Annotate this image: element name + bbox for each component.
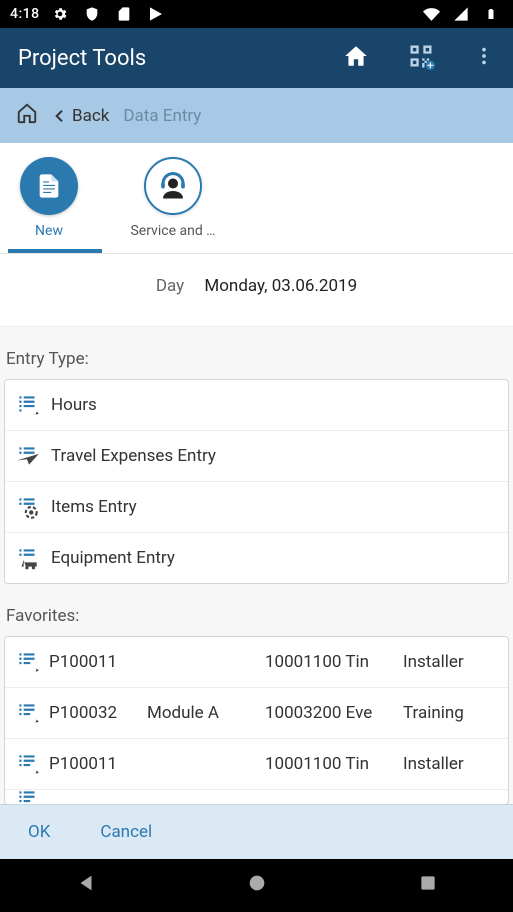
entry-type-label: Hours xyxy=(51,395,97,415)
entry-type-label: Equipment Entry xyxy=(51,548,175,568)
breadcrumb: Back Data Entry xyxy=(0,88,513,143)
favorite-code: P100011 xyxy=(49,754,139,774)
favorite-role: Training xyxy=(403,703,498,723)
favorite-row[interactable]: P100032 Module A 10003200 Eve Training xyxy=(5,688,508,739)
favorite-code: P100032 xyxy=(49,703,139,723)
list-edit-icon xyxy=(15,790,41,804)
battery-icon xyxy=(479,2,503,26)
entry-type-hours[interactable]: Hours xyxy=(5,380,508,431)
favorite-cost: 10003200 Eve xyxy=(265,703,395,723)
favorite-cost: 10001100 Tin xyxy=(265,754,395,774)
list-edit-icon xyxy=(15,751,41,777)
document-icon xyxy=(20,157,78,215)
list-edit-icon xyxy=(15,700,41,726)
signal-icon xyxy=(449,2,473,26)
tab-label: Service and … xyxy=(130,223,215,239)
favorite-cost: 10001100 Tin xyxy=(265,652,395,672)
breadcrumb-home-icon[interactable] xyxy=(16,102,38,129)
entry-type-items[interactable]: Items Entry xyxy=(5,482,508,533)
sd-card-icon xyxy=(112,2,136,26)
day-value: Monday, 03.06.2019 xyxy=(204,276,357,296)
back-chevron-icon[interactable]: Back xyxy=(52,106,109,126)
footer-bar: OK Cancel xyxy=(0,804,513,859)
favorites-label: Favorites: xyxy=(0,584,513,636)
travel-icon xyxy=(15,443,41,469)
breadcrumb-current: Data Entry xyxy=(123,106,201,126)
entry-type-travel[interactable]: Travel Expenses Entry xyxy=(5,431,508,482)
android-status-bar: 4:18 xyxy=(0,0,513,28)
favorite-row[interactable]: P100011 10001100 Tin Installer xyxy=(5,739,508,790)
hours-icon xyxy=(15,392,41,418)
app-bar: Project Tools xyxy=(0,28,513,88)
tab-new[interactable]: New xyxy=(0,157,98,253)
entry-type-label: Travel Expenses Entry xyxy=(51,446,216,466)
tab-indicator xyxy=(8,249,102,253)
settings-icon xyxy=(48,2,72,26)
entry-type-equipment[interactable]: Equipment Entry xyxy=(5,533,508,583)
shield-icon xyxy=(80,2,104,26)
entry-type-list: Hours Travel Expenses Entry Items Entry … xyxy=(4,379,509,584)
wifi-icon xyxy=(419,2,443,26)
entry-type-label: Entry Type: xyxy=(0,327,513,379)
items-icon xyxy=(15,494,41,520)
cancel-button[interactable]: Cancel xyxy=(100,822,152,842)
android-nav-bar xyxy=(0,859,513,912)
status-time: 4:18 xyxy=(10,6,40,22)
equipment-icon xyxy=(15,545,41,571)
nav-home-icon[interactable] xyxy=(246,872,268,900)
day-label: Day xyxy=(156,276,184,296)
ok-button[interactable]: OK xyxy=(28,822,50,842)
entry-type-label: Items Entry xyxy=(51,497,137,517)
tab-label: New xyxy=(35,223,63,239)
favorite-row-clipped[interactable] xyxy=(5,790,508,804)
favorite-module: Module A xyxy=(147,703,257,723)
list-edit-icon xyxy=(15,649,41,675)
content-area: New Service and … Day Monday, 03.06.2019… xyxy=(0,143,513,804)
play-store-icon xyxy=(144,2,168,26)
favorite-row[interactable]: P100011 10001100 Tin Installer xyxy=(5,637,508,688)
home-icon[interactable] xyxy=(343,43,369,73)
favorite-code: P100011 xyxy=(49,652,139,672)
tab-strip: New Service and … xyxy=(0,143,513,254)
nav-back-icon[interactable] xyxy=(75,872,97,900)
day-row[interactable]: Day Monday, 03.06.2019 xyxy=(0,254,513,327)
nav-recent-icon[interactable] xyxy=(418,873,438,899)
favorite-role: Installer xyxy=(403,754,498,774)
favorite-role: Installer xyxy=(403,652,498,672)
app-title: Project Tools xyxy=(18,46,146,71)
headset-icon xyxy=(144,157,202,215)
favorites-list: P100011 10001100 Tin Installer P100032 M… xyxy=(4,636,509,804)
overflow-menu-icon[interactable] xyxy=(473,45,495,71)
tab-service[interactable]: Service and … xyxy=(124,157,222,253)
back-label: Back xyxy=(72,106,109,126)
qr-scan-icon[interactable] xyxy=(407,42,435,74)
